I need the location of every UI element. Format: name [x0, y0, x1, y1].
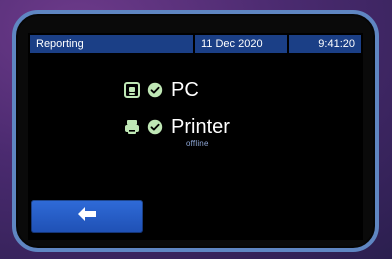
- device-row-pc: PC: [123, 80, 199, 100]
- check-circle-icon: [147, 82, 163, 98]
- pc-icon: [123, 81, 141, 99]
- status-bar: Reporting 11 Dec 2020 9:41:20: [30, 35, 361, 53]
- device-label-pc: PC: [171, 79, 199, 101]
- back-button[interactable]: [31, 200, 143, 233]
- status-title: Reporting: [30, 35, 193, 53]
- touchscreen: Reporting 11 Dec 2020 9:41:20 PC Printer…: [28, 33, 363, 240]
- device-row-printer: Printer: [123, 117, 230, 137]
- arrow-left-icon: [76, 206, 98, 227]
- device-label-printer: Printer: [171, 116, 230, 138]
- printer-status-text: offline: [186, 139, 209, 148]
- check-circle-icon: [147, 119, 163, 135]
- status-time: 9:41:20: [289, 35, 361, 53]
- printer-icon: [123, 118, 141, 136]
- status-date: 11 Dec 2020: [195, 35, 287, 53]
